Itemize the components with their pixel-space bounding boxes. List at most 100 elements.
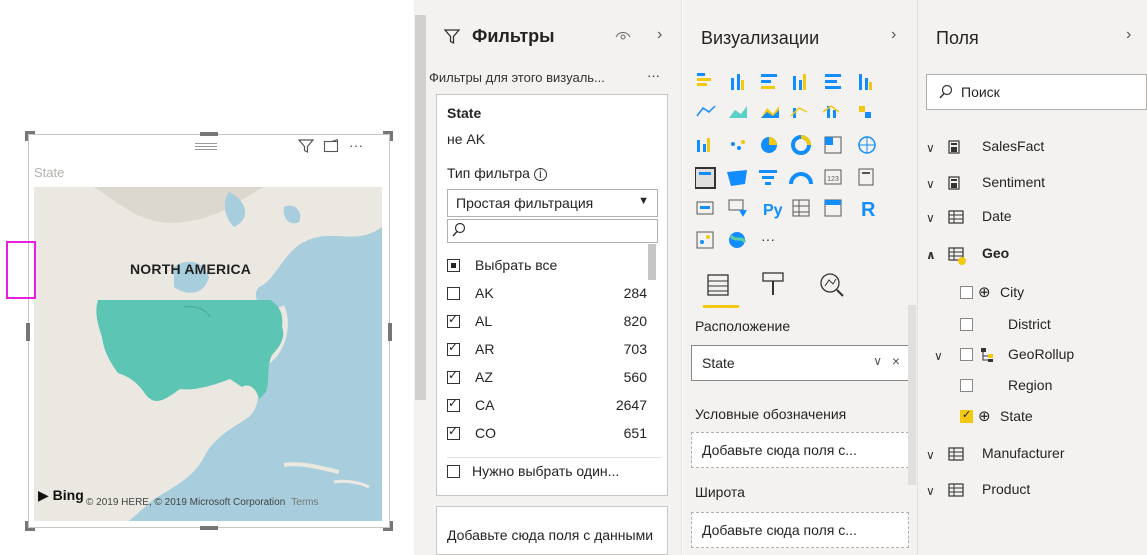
field-row-region[interactable]: Region (960, 377, 1140, 399)
field-row-district[interactable]: District (960, 316, 1140, 338)
more-options-icon[interactable]: ··· (349, 137, 363, 153)
item-count: 703 (623, 341, 647, 357)
search-icon (939, 84, 953, 103)
field-row-city[interactable]: ⊕ City (960, 284, 1140, 306)
checkbox[interactable] (447, 465, 460, 478)
chevron-down-icon[interactable]: ∨ (926, 448, 935, 462)
list-item[interactable]: AL 820 (447, 308, 647, 336)
info-icon[interactable]: i (533, 168, 547, 181)
list-scrollbar[interactable] (648, 244, 656, 280)
eye-icon[interactable] (615, 28, 631, 45)
resize-handle[interactable] (200, 526, 218, 530)
checkbox[interactable] (447, 424, 460, 440)
fields-search-input[interactable]: Поиск (926, 74, 1147, 110)
visual-title: State (34, 165, 65, 180)
divider (447, 457, 661, 458)
item-label: CA (475, 397, 495, 413)
table-row-date[interactable]: ∨ Date (926, 208, 1136, 230)
checkbox-checked[interactable] (960, 408, 973, 423)
resize-handle[interactable] (25, 521, 35, 531)
chevron-down-icon[interactable]: ∨ (934, 349, 943, 363)
visual-type-gallery[interactable]: 123 Py R ··· (695, 72, 895, 262)
resize-handle[interactable] (26, 323, 30, 341)
item-label: AK (475, 285, 494, 301)
add-field-drop-zone[interactable]: Добавьте сюда поля с данными (436, 506, 668, 555)
filter-value-list: Выбрать все AK 284 AL 820 AR 703 AZ 560 (447, 252, 662, 452)
field-name: District (1008, 316, 1051, 332)
filter-icon (443, 28, 461, 49)
more-visuals-icon: ··· (761, 231, 775, 247)
canvas-scrollbar[interactable] (414, 0, 427, 555)
checkbox[interactable] (447, 287, 460, 300)
checkbox[interactable] (960, 318, 973, 331)
table-name: Sentiment (982, 174, 1046, 190)
checkbox[interactable] (960, 286, 973, 299)
checkbox[interactable] (960, 379, 973, 392)
require-single-selection[interactable]: Нужно выбрать один... (447, 463, 619, 479)
filter-type-dropdown[interactable]: Простая фильтрация ▼ (447, 189, 658, 217)
list-item[interactable]: CO 651 (447, 420, 647, 448)
filter-search-input[interactable] (447, 219, 658, 243)
table-row-product[interactable]: ∨ Product (926, 481, 1136, 503)
checkbox[interactable] (447, 312, 460, 328)
latitude-field-well[interactable]: Добавьте сюда поля с... (691, 512, 909, 548)
chevron-down-icon[interactable]: ∨ (926, 177, 935, 191)
fields-title: Поля (936, 28, 979, 48)
analytics-tab-icon[interactable] (817, 270, 845, 301)
terms-link[interactable]: Terms (291, 497, 318, 508)
list-item[interactable]: AZ 560 (447, 364, 647, 392)
table-name: Geo (982, 245, 1010, 261)
collapse-chevron-icon[interactable]: › (657, 26, 662, 44)
chevron-down-icon[interactable]: ∨ (873, 354, 882, 368)
chevron-down-icon[interactable]: ∨ (926, 141, 935, 155)
drag-grip-icon[interactable] (195, 143, 217, 150)
globe-icon: ⊕ (978, 408, 991, 425)
more-options-icon[interactable]: ··· (647, 68, 660, 83)
checkbox[interactable] (447, 340, 460, 356)
filter-card-state[interactable]: State не AK Тип фильтра i Простая фильтр… (436, 94, 668, 496)
chevron-down-icon[interactable]: ∨ (926, 484, 935, 498)
collapse-chevron-icon[interactable]: › (1126, 26, 1131, 44)
list-item[interactable]: CA 2647 (447, 392, 647, 420)
legend-field-well[interactable]: Добавьте сюда поля с... (691, 432, 909, 468)
map-copyright: © 2019 HERE, © 2019 Microsoft Corporatio… (86, 497, 319, 508)
table-row-salesfact[interactable]: ∨ SalesFact (926, 138, 1136, 160)
fields-tab-icon[interactable] (705, 272, 731, 301)
format-tab-icon[interactable] (759, 270, 787, 301)
field-row-state[interactable]: ⊕ State (960, 408, 1140, 430)
item-label: CO (475, 425, 496, 441)
table-row-manufacturer[interactable]: ∨ Manufacturer (926, 445, 1136, 467)
table-icon (948, 483, 964, 497)
map-visual[interactable]: ··· State NORTH AMERICA ▶ Bing © 2019 HE… (25, 131, 393, 531)
field-name: GeoRollup (1008, 346, 1075, 362)
checkbox[interactable] (447, 396, 460, 412)
filter-type-value: Простая фильтрация (456, 195, 594, 211)
chevron-down-icon[interactable]: ∨ (926, 211, 935, 225)
bing-brand: Bing (52, 487, 84, 503)
checkbox[interactable] (447, 368, 460, 384)
collapse-chevron-icon[interactable]: › (891, 26, 896, 44)
legend-well-label: Условные обозначения (695, 406, 847, 422)
select-all-checkbox[interactable] (447, 259, 460, 272)
list-item[interactable]: AR 703 (447, 336, 647, 364)
scrollbar-thumb[interactable] (415, 15, 426, 400)
location-field-well[interactable]: State ∨ × (691, 345, 909, 381)
search-icon (452, 222, 466, 241)
filter-card-title: State (447, 105, 482, 121)
list-item[interactable]: AK 284 (447, 280, 647, 308)
copyright-text: © 2019 HERE, © 2019 Microsoft Corporatio… (86, 497, 286, 508)
checkbox[interactable] (960, 348, 973, 361)
map-region-label: NORTH AMERICA (130, 261, 252, 277)
table-row-geo[interactable]: ∧ Geo (926, 245, 1136, 267)
remove-field-icon[interactable]: × (892, 353, 900, 369)
chevron-up-icon[interactable]: ∧ (926, 248, 936, 262)
focus-mode-icon[interactable] (323, 138, 339, 157)
filter-icon[interactable] (297, 137, 315, 158)
field-row-georollup[interactable]: ∨ GeoRollup (934, 346, 1134, 368)
resize-handle[interactable] (383, 521, 393, 531)
viz-scrollbar[interactable] (908, 305, 916, 485)
map-canvas[interactable]: NORTH AMERICA ▶ Bing © 2019 HERE, © 2019… (34, 187, 382, 521)
select-all-row[interactable]: Выбрать все (447, 252, 647, 280)
resize-handle[interactable] (388, 323, 392, 341)
table-row-sentiment[interactable]: ∨ Sentiment (926, 174, 1136, 196)
